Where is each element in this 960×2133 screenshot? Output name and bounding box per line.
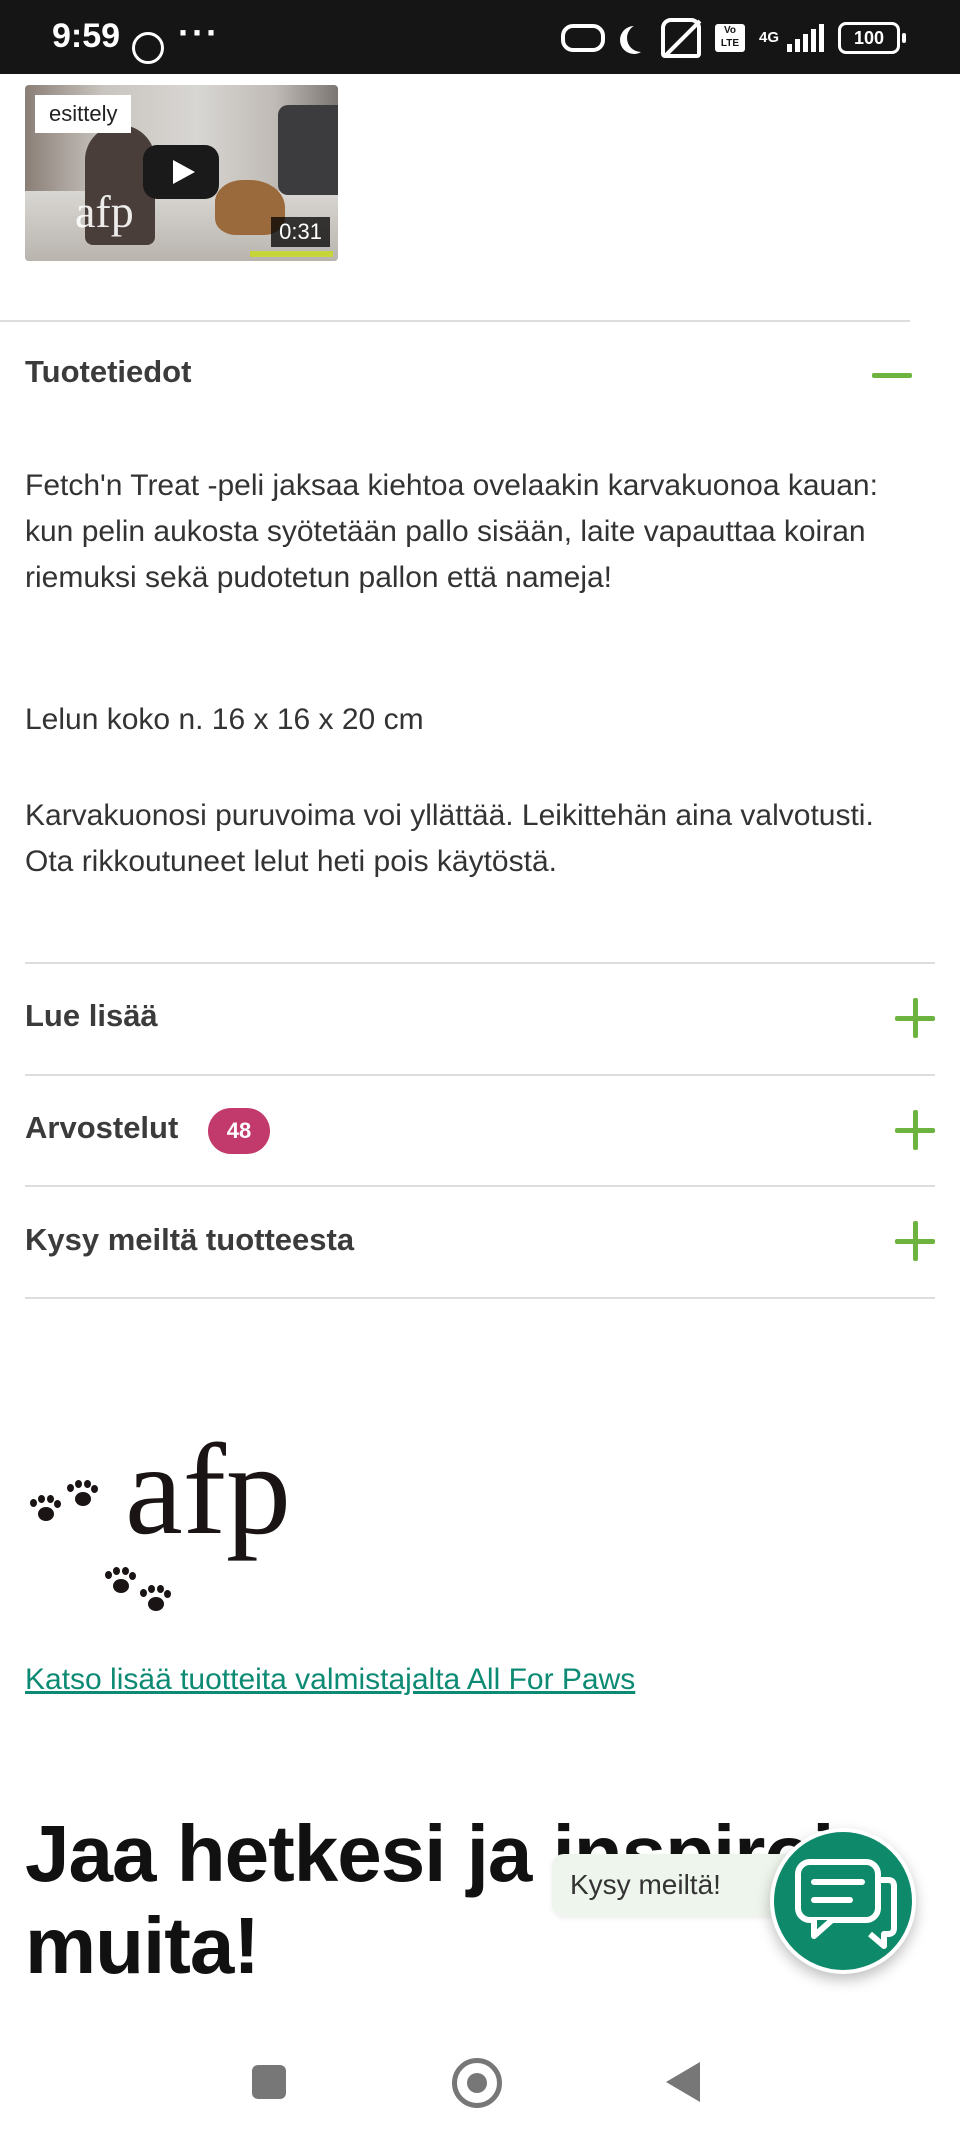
video-progress-bar — [250, 251, 333, 257]
brand-logo-text: afp — [125, 1418, 291, 1562]
product-safety-note: Karvakuonosi puruvoima voi yllättää. Lei… — [25, 799, 874, 878]
status-icons: Vo LTE 4G 100 — [560, 18, 906, 58]
expand-icon[interactable] — [895, 1221, 935, 1261]
video-duration: 0:31 — [271, 217, 330, 247]
home-button[interactable] — [452, 2058, 502, 2108]
more-dots-icon: ··· — [178, 12, 220, 53]
paw-icon — [67, 1480, 98, 1508]
link-icon — [560, 24, 605, 52]
network-type: 4G — [758, 29, 779, 46]
back-button[interactable] — [666, 2062, 700, 2102]
mute-icon — [660, 18, 701, 58]
product-size: Lelun koko n. 16 x 16 x 20 cm — [25, 703, 424, 736]
play-icon[interactable] — [143, 145, 219, 199]
thumbnail-sofa — [278, 105, 338, 195]
video-thumbnail[interactable]: esittely afp 0:31 — [25, 85, 338, 261]
read-more-header[interactable]: Lue lisää — [25, 998, 158, 1034]
collapse-icon[interactable] — [872, 373, 912, 378]
video-tag: esittely — [35, 95, 132, 133]
chat-icon — [795, 1859, 897, 1949]
expand-icon[interactable] — [895, 998, 935, 1038]
brand-logo[interactable]: afp — [25, 1405, 345, 1620]
status-bar: 9:59 ··· Vo LTE 4G 100 — [0, 0, 960, 74]
moon-icon — [627, 24, 655, 52]
divider — [25, 1185, 935, 1187]
recents-button[interactable] — [252, 2065, 286, 2099]
product-info-header[interactable]: Tuotetiedot — [25, 354, 191, 390]
paw-icon — [30, 1495, 61, 1523]
thumbnail-logo-watermark: afp — [75, 186, 134, 237]
divider — [25, 962, 935, 964]
signal-icon — [787, 24, 824, 52]
whatsapp-icon — [132, 32, 164, 64]
battery-icon: 100 — [838, 22, 906, 54]
divider — [25, 1297, 935, 1299]
expand-icon[interactable] — [895, 1110, 935, 1150]
reviews-count-badge: 48 — [208, 1108, 270, 1154]
paw-icon — [140, 1585, 171, 1613]
product-description: Fetch'n Treat -peli jaksaa kiehtoa ovela… — [25, 469, 878, 594]
brand-products-link[interactable]: Katso lisää tuotteita valmistajalta All … — [25, 1663, 635, 1697]
paw-icon — [105, 1567, 136, 1595]
chat-button[interactable] — [770, 1828, 916, 1974]
divider — [25, 1074, 935, 1076]
reviews-header[interactable]: Arvostelut — [25, 1110, 178, 1146]
system-nav-bar — [0, 2030, 960, 2133]
divider — [0, 320, 910, 322]
ask-us-header[interactable]: Kysy meiltä tuotteesta — [25, 1222, 354, 1258]
status-time: 9:59 — [52, 17, 121, 55]
volte-icon: Vo LTE — [714, 24, 745, 52]
